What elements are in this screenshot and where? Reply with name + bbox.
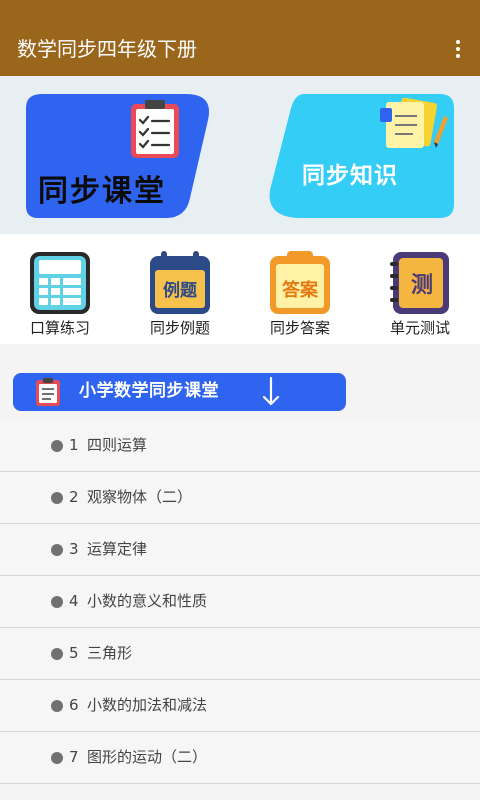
- shortcut-label: 同步例题: [149, 319, 210, 337]
- calculator-icon: [30, 252, 90, 314]
- app-title: 数学同步四年级下册: [17, 37, 197, 61]
- badge-text: 测: [411, 273, 433, 298]
- unit-number: 2: [69, 488, 79, 506]
- banner: 同步课堂 同步知识: [0, 76, 480, 234]
- unit-title: 三角形: [87, 644, 133, 662]
- shortcut-sync-examples[interactable]: 例题 同步例题: [130, 250, 230, 338]
- unit-title: 小数的意义和性质: [87, 592, 208, 610]
- sync-class-title: 同步课堂: [38, 174, 166, 209]
- shortcut-sync-answers[interactable]: 答案 同步答案: [250, 250, 350, 338]
- shortcut-label: 单元测试: [389, 319, 450, 337]
- sync-knowledge-card[interactable]: 同步知识: [266, 94, 454, 222]
- shortcut-unit-test[interactable]: 测 单元测试: [370, 250, 470, 338]
- calendar-example-icon: 例题: [150, 251, 210, 314]
- unit-number: 4: [69, 592, 79, 610]
- shortcut-label: 口算练习: [29, 319, 90, 337]
- bullet-icon: [51, 752, 63, 764]
- sync-class-card[interactable]: 同步课堂: [26, 94, 214, 222]
- clipboard-answer-icon: 答案: [270, 251, 330, 314]
- list-item[interactable]: 5 三角形: [0, 628, 480, 680]
- bullet-icon: [51, 596, 63, 608]
- unit-number: 6: [69, 696, 79, 714]
- clipboard-checklist-icon: [131, 100, 179, 158]
- sync-knowledge-title: 同步知识: [302, 163, 398, 189]
- unit-list: 1 四则运算 2 观察物体（二） 3 运算定律 4 小数的意义和性质 5 三角形…: [0, 420, 480, 784]
- app-bar: 数学同步四年级下册: [0, 0, 480, 76]
- list-item[interactable]: 4 小数的意义和性质: [0, 576, 480, 628]
- list-item[interactable]: 1 四则运算: [0, 420, 480, 472]
- list-item[interactable]: 3 运算定律: [0, 524, 480, 576]
- shortcut-mental-arithmetic[interactable]: 口算练习: [10, 250, 110, 338]
- bullet-icon: [51, 492, 63, 504]
- section-header: 小学数学同步课堂: [13, 373, 346, 411]
- unit-number: 5: [69, 644, 79, 662]
- badge-text: 例题: [163, 280, 198, 301]
- more-vert-icon[interactable]: [446, 34, 470, 64]
- badge-text: 答案: [282, 279, 319, 301]
- unit-number: 1: [69, 436, 79, 454]
- notes-pencil-icon: [380, 97, 448, 148]
- unit-title: 四则运算: [87, 436, 148, 454]
- unit-number: 7: [69, 748, 79, 766]
- list-item[interactable]: 6 小数的加法和减法: [0, 680, 480, 732]
- unit-number: 3: [69, 540, 79, 558]
- bullet-icon: [51, 440, 63, 452]
- list-item[interactable]: 2 观察物体（二）: [0, 472, 480, 524]
- bullet-icon: [51, 544, 63, 556]
- unit-title: 小数的加法和减法: [87, 696, 208, 714]
- unit-title: 观察物体（二）: [87, 488, 193, 506]
- list-item[interactable]: 7 图形的运动（二）: [0, 732, 480, 784]
- shortcut-grid: 口算练习 例题 同步例题 答案 同步答案 测 单元测试: [0, 234, 480, 344]
- clipboard-icon: [36, 378, 60, 406]
- unit-title: 运算定律: [87, 540, 148, 558]
- arrow-down-icon: [262, 376, 280, 406]
- bullet-icon: [51, 648, 63, 660]
- section-title: 小学数学同步课堂: [79, 381, 219, 401]
- unit-title: 图形的运动（二）: [87, 748, 208, 766]
- bullet-icon: [51, 700, 63, 712]
- notebook-test-icon: 测: [390, 252, 449, 314]
- shortcut-label: 同步答案: [269, 319, 330, 337]
